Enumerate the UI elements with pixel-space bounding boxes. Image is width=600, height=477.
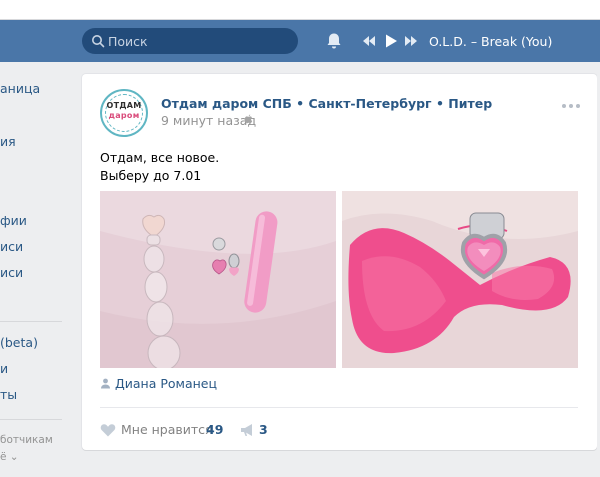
sidebar-item-page[interactable]: аница (0, 81, 40, 96)
heart-icon (100, 424, 116, 437)
sidebar-footer-developers[interactable]: ботчикам (0, 434, 53, 446)
share-count: 3 (259, 422, 268, 437)
next-icon[interactable] (404, 33, 418, 49)
sidebar-divider (0, 321, 62, 322)
post-author-link[interactable]: Отдам даром СПБ • Санкт-Петербург • Пите… (161, 96, 492, 111)
sidebar-footer-more[interactable]: ё ⌄ (0, 451, 19, 463)
sidebar-item-beta[interactable]: (beta) (0, 335, 38, 350)
photo-image (100, 191, 336, 368)
post-photo[interactable] (342, 191, 578, 368)
photo-image (342, 191, 578, 368)
post-text: Отдам, все новое. Выберу до 7.01 (100, 149, 219, 185)
search-input[interactable]: Поиск (82, 28, 298, 54)
share-icon (241, 424, 252, 436)
left-sidebar: аница ия фии иси иси (beta) и ты ботчика… (0, 62, 70, 477)
sidebar-item-audio[interactable]: иси (0, 239, 23, 254)
apple-icon (244, 114, 253, 124)
avatar-logo-line2: даром (108, 111, 140, 120)
top-header: Поиск O.L.D. – Break (You) (0, 20, 600, 62)
post-text-line: Выберу до 7.01 (100, 168, 202, 183)
bell-icon[interactable] (326, 32, 342, 50)
post-divider (100, 407, 578, 408)
sidebar-item-video[interactable]: иси (0, 265, 23, 280)
post-timestamp[interactable]: 9 минут назад (161, 113, 256, 128)
user-icon (101, 378, 110, 389)
sidebar-item-photos[interactable]: фии (0, 213, 27, 228)
post-photo[interactable] (100, 191, 336, 368)
search-icon (92, 35, 105, 48)
like-count: 49 (206, 422, 224, 437)
sidebar-divider (0, 419, 62, 420)
browser-strip (0, 0, 600, 20)
wall-post: ОТДАМ даром Отдам даром СПБ • Санкт-Пете… (82, 74, 597, 450)
search-placeholder: Поиск (108, 34, 148, 49)
more-icon[interactable] (561, 103, 581, 109)
sidebar-item-bookmarks[interactable]: ты (0, 387, 17, 402)
play-icon[interactable] (384, 33, 398, 49)
prev-icon[interactable] (362, 33, 376, 49)
avatar[interactable]: ОТДАМ даром (100, 89, 148, 137)
like-label: Мне нравится (121, 422, 213, 437)
sidebar-item-games[interactable]: и (0, 361, 8, 376)
player-track-title[interactable]: O.L.D. – Break (You) (429, 34, 552, 49)
avatar-logo-line1: ОТДАМ (106, 101, 142, 110)
post-text-line: Отдам, все новое. (100, 150, 220, 165)
sidebar-item-messages[interactable]: ия (0, 134, 16, 149)
post-signer-name[interactable]: Диана Романец (115, 376, 217, 391)
